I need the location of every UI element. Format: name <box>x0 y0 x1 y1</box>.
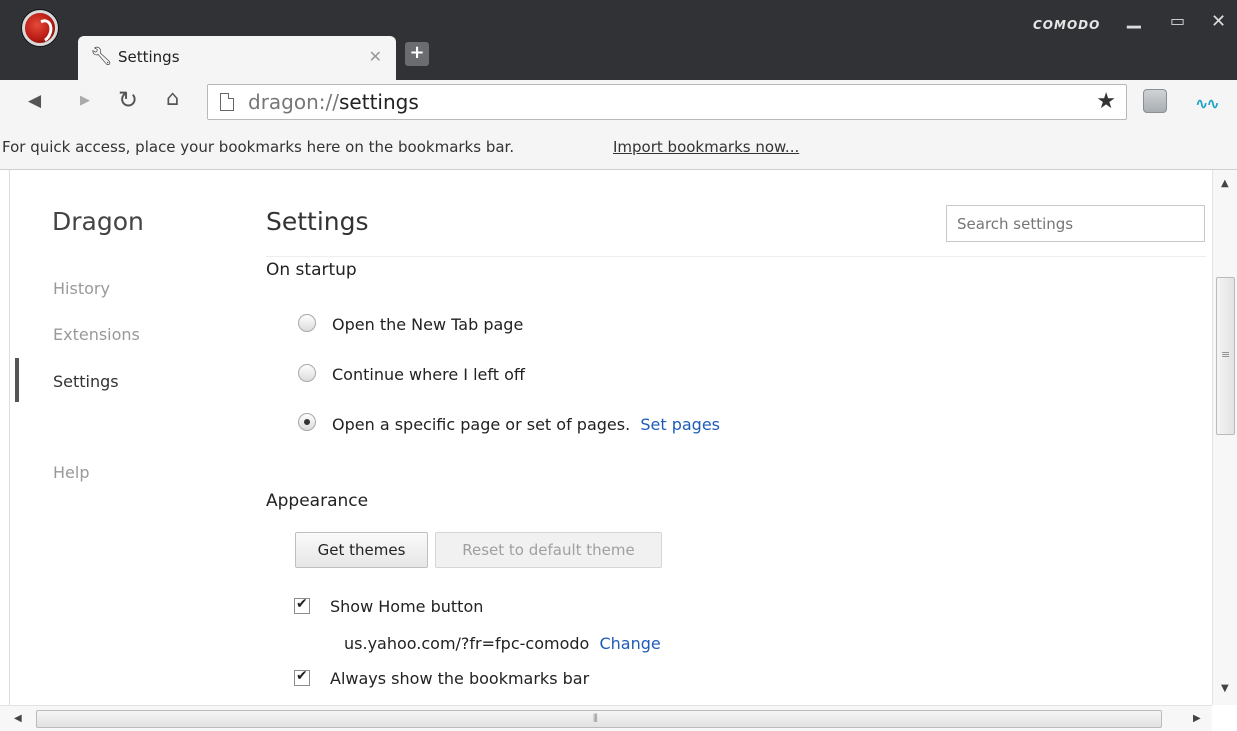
wrench-icon: 🔧︎ <box>90 46 113 67</box>
show-bookmarks-label: Always show the bookmarks bar <box>330 669 590 688</box>
url-text: dragon://settings <box>248 90 419 114</box>
window-edge <box>0 170 10 731</box>
option-specific-pages: Open a specific page or set of pages. Se… <box>332 415 720 434</box>
show-home-label: Show Home button <box>330 597 484 616</box>
page-icon <box>220 93 234 111</box>
option-new-tab-label: Open the New Tab page <box>332 315 524 334</box>
new-tab-button[interactable]: + <box>405 42 429 66</box>
on-startup-heading: On startup <box>266 260 357 280</box>
bookmarks-bar-message: For quick access, place your bookmarks h… <box>2 138 515 156</box>
appearance-heading: Appearance <box>266 491 369 511</box>
maximize-icon[interactable]: ▭ <box>1170 11 1185 30</box>
home-icon[interactable]: ⌂ <box>166 86 179 110</box>
title-bar: 🔧︎ Settings ✕ + COMODO ▁ ▭ ✕ <box>0 0 1237 80</box>
toolbar: ◀ ▶ ↻ ⌂ dragon://settings ★ ∿∿ <box>0 80 1237 126</box>
reset-theme-button[interactable]: Reset to default theme <box>435 532 662 568</box>
vertical-scroll-thumb[interactable]: ≡ <box>1216 277 1235 435</box>
sidebar-brand: Dragon <box>52 207 144 236</box>
radio-new-tab[interactable] <box>298 314 316 332</box>
vertical-scrollbar[interactable]: ▲ ≡ ▼ <box>1212 170 1237 705</box>
sidebar-item-history[interactable]: History <box>53 279 110 298</box>
search-input[interactable] <box>946 205 1205 242</box>
plus-icon: + <box>409 42 425 63</box>
scroll-down-icon[interactable]: ▼ <box>1221 683 1229 694</box>
reload-icon[interactable]: ↻ <box>118 86 138 114</box>
tab-settings[interactable]: 🔧︎ Settings ✕ <box>78 36 396 80</box>
star-icon[interactable]: ★ <box>1096 89 1116 114</box>
show-bookmarks-checkbox[interactable] <box>294 668 310 686</box>
sidebar-active-marker <box>15 358 19 402</box>
home-url-row: us.yahoo.com/?fr=fpc-comodo Change <box>344 634 661 653</box>
address-bar[interactable]: dragon://settings ★ <box>207 84 1127 120</box>
horizontal-scrollbar[interactable]: ◀ ⦀ ▶ <box>0 705 1212 731</box>
option-specific-pages-label: Open a specific page or set of pages. <box>332 415 631 434</box>
show-home-checkbox[interactable] <box>294 596 310 614</box>
back-icon[interactable]: ◀ <box>28 91 41 111</box>
scroll-left-icon[interactable]: ◀ <box>14 713 22 724</box>
radio-continue[interactable] <box>298 364 316 382</box>
sidebar-item-settings[interactable]: Settings <box>53 372 119 391</box>
sidebar-item-extensions[interactable]: Extensions <box>53 325 140 344</box>
home-url-text: us.yahoo.com/?fr=fpc-comodo <box>344 634 590 653</box>
dragon-logo-icon[interactable] <box>22 10 58 46</box>
change-home-link[interactable]: Change <box>599 634 660 653</box>
page-title: Settings <box>266 207 369 236</box>
option-continue-label: Continue where I left off <box>332 365 525 384</box>
divider <box>266 256 1206 257</box>
scroll-right-icon[interactable]: ▶ <box>1193 713 1201 724</box>
close-icon[interactable]: ✕ <box>369 47 382 66</box>
forward-icon[interactable]: ▶ <box>80 93 90 108</box>
set-pages-link[interactable]: Set pages <box>640 415 720 434</box>
radio-specific-pages[interactable] <box>298 413 316 431</box>
close-window-icon[interactable]: ✕ <box>1211 11 1226 32</box>
scroll-up-icon[interactable]: ▲ <box>1221 178 1229 189</box>
brand-label: COMODO <box>1033 18 1101 32</box>
wave-extension-icon[interactable]: ∿∿ <box>1195 94 1220 113</box>
import-bookmarks-link[interactable]: Import bookmarks now... <box>613 138 799 156</box>
extension-icon[interactable] <box>1143 89 1167 113</box>
horizontal-scroll-thumb[interactable]: ⦀ <box>36 710 1162 728</box>
tab-title: Settings <box>118 48 180 66</box>
sidebar-item-help[interactable]: Help <box>53 463 89 482</box>
get-themes-button[interactable]: Get themes <box>295 532 428 568</box>
grip-icon: ⦀ <box>593 712 598 725</box>
bookmarks-bar: For quick access, place your bookmarks h… <box>0 126 1237 170</box>
minimize-icon[interactable]: ▁ <box>1127 8 1141 29</box>
grip-icon: ≡ <box>1221 348 1231 361</box>
